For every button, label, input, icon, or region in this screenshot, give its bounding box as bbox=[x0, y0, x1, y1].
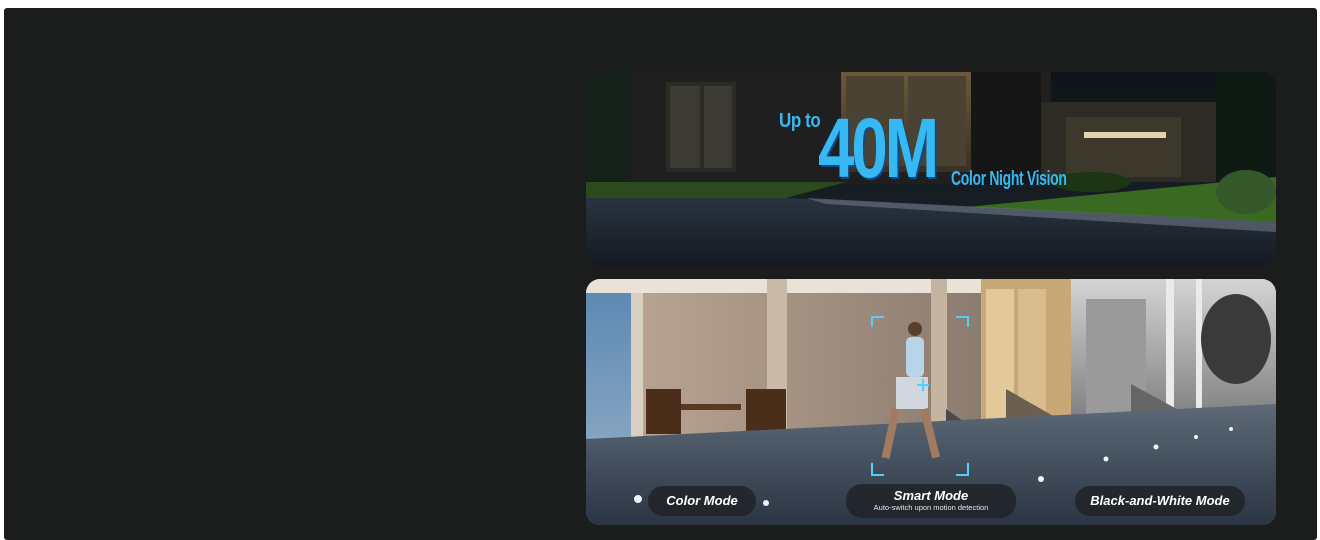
smart-mode-text: Smart Mode bbox=[893, 488, 969, 503]
smart-mode-label: Smart Mode Auto-switch upon motion detec… bbox=[846, 484, 1016, 518]
smart-mode-subtext: Auto-switch upon motion detection bbox=[873, 503, 989, 512]
color-mode-label: Color Mode bbox=[648, 486, 756, 516]
black-and-white-mode-label: Black-and-White Mode bbox=[1075, 486, 1245, 516]
smart-mode-banner: Color Mode Smart Mode Auto-switch upon m… bbox=[586, 279, 1276, 525]
headline-prefix: Up to bbox=[779, 110, 821, 132]
night-vision-banner: Up to 40M Color Night Vision bbox=[586, 72, 1276, 266]
color-mode-text: Color Mode bbox=[666, 493, 738, 508]
headline-value: 40M bbox=[818, 101, 939, 195]
black-and-white-mode-text: Black-and-White Mode bbox=[1090, 493, 1230, 508]
headline-suffix: Color Night Vision bbox=[951, 168, 1067, 190]
